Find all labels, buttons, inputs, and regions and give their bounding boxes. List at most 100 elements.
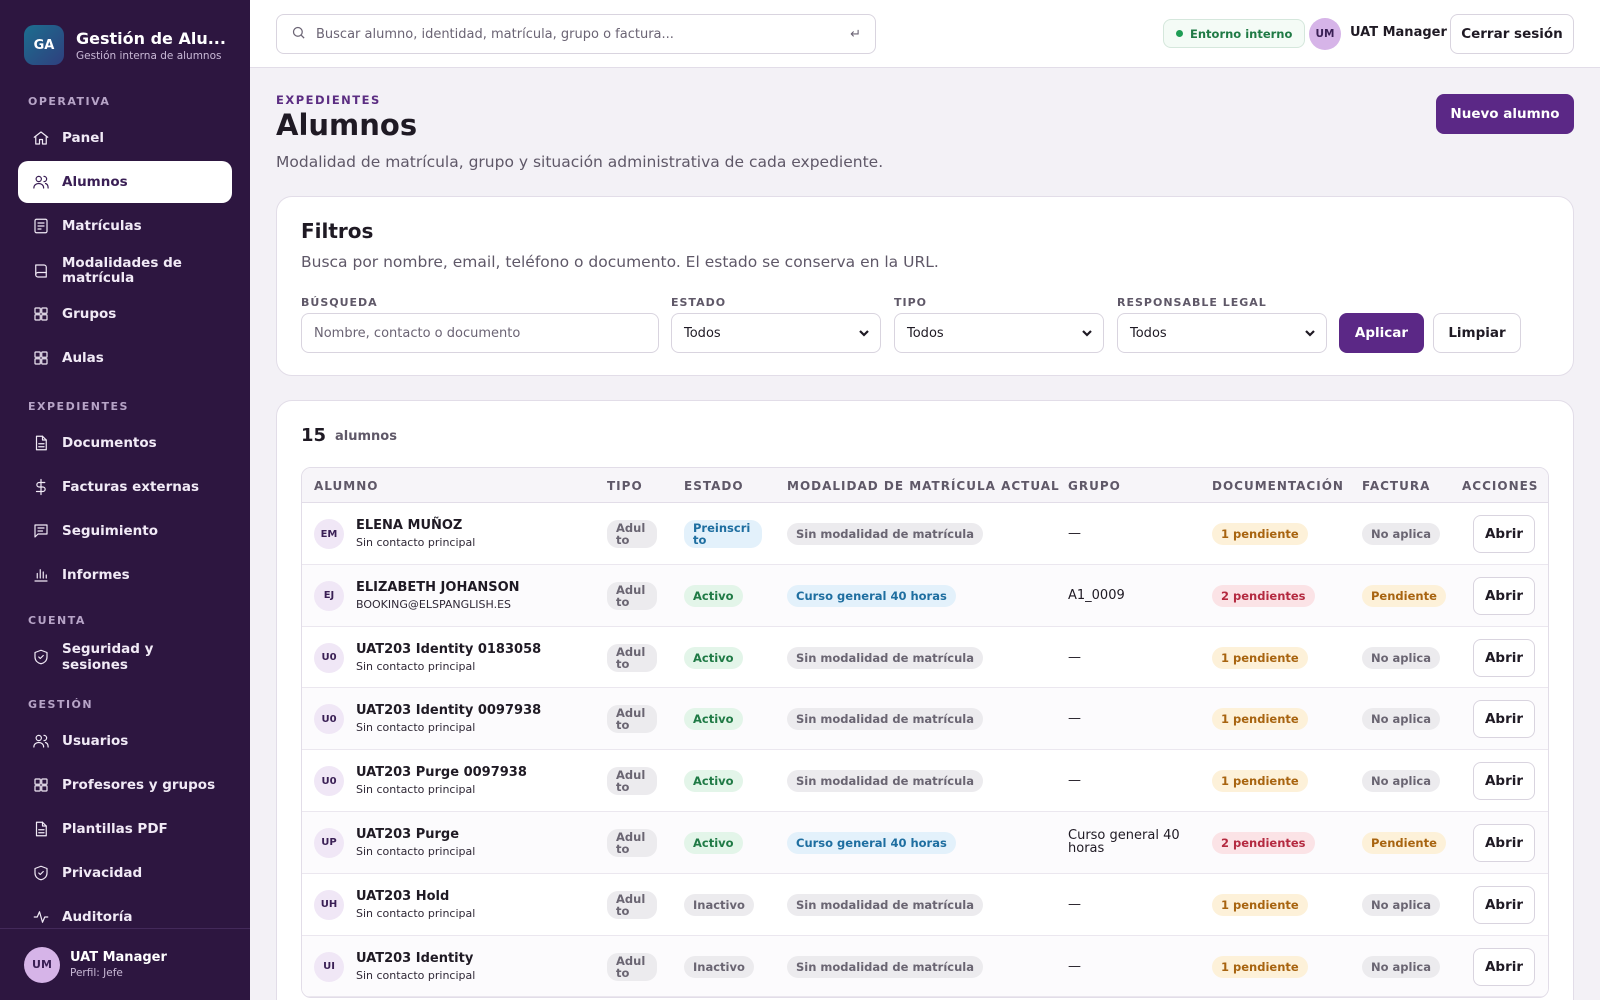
avatar[interactable]: UM [1309,18,1341,50]
clear-button[interactable]: Limpiar [1433,313,1521,353]
table-row[interactable]: U0 UAT203 Purge 0097938 Sin contacto princ… [302,750,1548,812]
sidebar-item-label: Grupos [62,306,117,322]
sidebar-item-informes[interactable]: Informes [18,554,232,596]
table-row[interactable]: U0 UAT203 Identity 0183058 Sin contacto pr… [302,626,1548,689]
estado-select[interactable]: Todos [671,313,881,353]
brand-logo: GA [24,25,64,65]
sidebar-section-label: OPERATIVA [28,95,111,108]
bar-chart-icon [32,566,50,584]
search-field[interactable]: Nombre, contacto o documento [301,313,659,353]
invoice-badge: No aplica [1362,646,1440,669]
documentation-badge: 1 pendiente [1212,523,1308,545]
sidebar-item-alumnos[interactable]: Alumnos [18,161,232,203]
apply-button[interactable]: Aplicar [1339,313,1424,353]
documentation-badge: 1 pendiente [1212,955,1308,978]
student-name: UAT203 Identity [356,950,474,966]
student-name: UAT203 Purge [356,826,460,842]
chevron-down-icon [1081,327,1093,339]
estado-label: ESTADO [671,296,727,309]
open-button[interactable]: Abrir [1473,823,1535,862]
sidebar-item-seguridad-y-sesiones[interactable]: Seguridad y sesiones [18,636,232,678]
search-label: BÚSQUEDA [301,296,378,309]
shield-icon [32,648,50,666]
sidebar-item-modalidades-de-matricula[interactable]: Modalidades de matrícula [18,249,232,293]
tipo-badge: Adulto [607,581,657,610]
column-header[interactable]: TIPO [607,479,643,493]
open-button[interactable]: Abrir [1473,638,1535,677]
sidebar-item-aulas[interactable]: Aulas [18,337,232,379]
modalidad-badge: Curso general 40 horas [787,584,956,607]
sidebar-item-privacidad[interactable]: Privacidad [18,852,232,894]
estado-value: Todos [684,325,721,341]
tipo-badge: Adulto [607,767,657,796]
student-contact: Sin contacto principal [356,659,476,673]
sidebar-item-label: Matrículas [62,218,142,234]
table-row[interactable]: UP UAT203 Purge Sin contacto principal Adul… [302,811,1548,874]
environment-label: Entorno interno [1190,26,1293,41]
avatar: UM [24,946,60,983]
sidebar-item-seguimiento[interactable]: Seguimiento [18,510,232,552]
sidebar-item-usuarios[interactable]: Usuarios [18,720,232,762]
open-button[interactable]: Abrir [1473,515,1535,553]
sidebar-item-facturas-externas[interactable]: Facturas externas [18,466,232,508]
column-header[interactable]: ALUMNO [314,479,378,493]
table-row[interactable]: UH UAT203 Hold Sin contacto principal Adult… [302,873,1548,936]
tipo-select[interactable]: Todos [894,313,1104,353]
brand[interactable]: GA Gestión de Alu... Gestión interna de … [0,0,250,88]
modalidad-badge: Sin modalidad de matrícula [787,770,983,793]
tipo-badge: Adulto [607,520,657,548]
table-row[interactable]: EJ ELIZABETH JOHANSON BOOKING@ELSPANGLISH.… [302,564,1548,627]
estado-badge: Activo [684,646,743,669]
global-search-input[interactable]: Buscar alumno, identidad, matrícula, gru… [276,14,876,54]
avatar: EJ [314,580,344,611]
table-body: EM ELENA MUÑOZ Sin contacto principal Adult… [302,503,1548,998]
user-name[interactable]: UAT Manager [1350,25,1447,40]
group-value: — [1068,896,1081,912]
open-button[interactable]: Abrir [1473,576,1535,615]
activity-icon [32,908,50,926]
sidebar-item-profesores-y-grupos[interactable]: Profesores y grupos [18,764,232,806]
chevron-down-icon [858,327,870,339]
student-name: UAT203 Hold [356,888,450,904]
sidebar-item-grupos[interactable]: Grupos [18,293,232,335]
new-student-button[interactable]: Nuevo alumno [1436,94,1574,134]
documentation-badge: 1 pendiente [1212,708,1308,731]
table-row[interactable]: U0 UAT203 Identity 0097938 Sin contacto pr… [302,688,1548,751]
page-title: Alumnos [276,108,418,142]
column-header[interactable]: GRUPO [1068,479,1121,493]
open-button[interactable]: Abrir [1473,762,1535,801]
enter-key-icon: ↵ [850,26,861,42]
responsable-select[interactable]: Todos [1117,313,1327,353]
column-header[interactable]: DOCUMENTACIÓN [1212,479,1344,493]
invoice-badge: No aplica [1362,955,1440,978]
chevron-down-icon [1304,327,1316,339]
sidebar-item-plantillas-pdf[interactable]: Plantillas PDF [18,808,232,850]
tipo-badge: Adulto [607,643,657,672]
sidebar-item-panel[interactable]: Panel [18,117,232,159]
open-button[interactable]: Abrir [1473,700,1535,739]
filters-card: Filtros Busca por nombre, email, teléfon… [276,196,1574,376]
student-contact: Sin contacto principal [356,721,476,735]
sidebar-item-matriculas[interactable]: Matrículas [18,205,232,247]
documentation-badge: 1 pendiente [1212,893,1308,916]
sidebar-item-documentos[interactable]: Documentos [18,422,232,464]
page-subtitle: Modalidad de matrícula, grupo y situació… [276,153,884,171]
column-header[interactable]: FACTURA [1362,479,1430,493]
modalidad-badge: Curso general 40 horas [787,831,956,854]
column-header[interactable]: ESTADO [684,479,744,493]
search-icon [291,25,306,44]
open-button[interactable]: Abrir [1473,947,1535,986]
estado-badge: Activo [684,708,743,731]
column-header[interactable]: MODALIDAD DE MATRÍCULA ACTUAL [787,479,1060,493]
search-field-placeholder: Nombre, contacto o documento [314,325,521,341]
column-header[interactable]: ACCIONES [1462,479,1538,493]
page-eyebrow: EXPEDIENTES [276,93,381,107]
logout-button[interactable]: Cerrar sesión [1450,14,1574,54]
table-row[interactable]: EM ELENA MUÑOZ Sin contacto principal Adult… [302,503,1548,565]
table-row[interactable]: UI UAT203 Identity Sin contacto principal A… [302,935,1548,998]
student-name: UAT203 Identity 0097938 [356,703,542,719]
sidebar-user[interactable]: UM UAT Manager Perfil: Jefe [0,928,250,1000]
estado-badge: Activo [684,584,743,607]
documentation-badge: 2 pendientes [1212,831,1315,854]
open-button[interactable]: Abrir [1473,885,1535,924]
